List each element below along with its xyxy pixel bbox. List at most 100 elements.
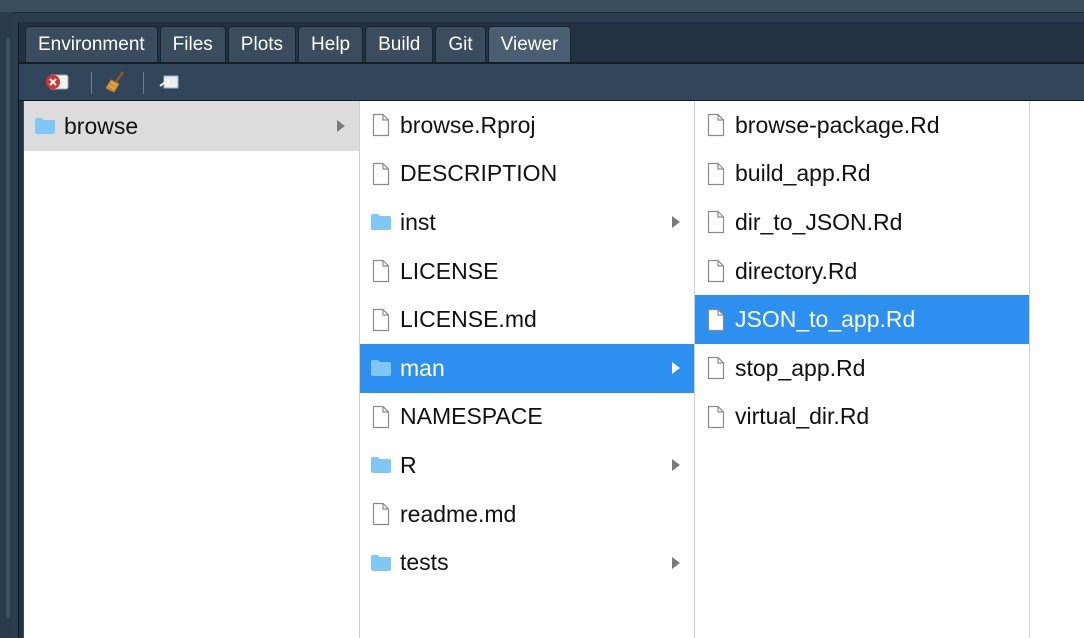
file-item[interactable]: browse.Rproj [360,101,694,150]
item-label: browse.Rproj [400,111,536,138]
file-icon [707,162,725,185]
item-label: LICENSE [400,257,499,284]
folder-icon [371,457,391,474]
item-label: LICENSE.md [400,306,537,333]
viewer-toolbar [19,64,1084,101]
browser-column-2: browse.Rproj DESCRIPTION inst LICENSE LICENS… [360,101,695,638]
tab-files[interactable]: Files [159,26,226,62]
file-icon [370,405,392,429]
item-label: browse [64,112,139,139]
file-icon [705,259,727,283]
file-icon [372,502,390,526]
file-icon [705,210,727,234]
file-item[interactable]: NAMESPACE [360,393,694,442]
file-icon [372,405,390,428]
item-label: browse-package.Rd [735,111,940,138]
file-icon [707,259,725,283]
file-item[interactable]: LICENSE [360,247,694,296]
expand-arrow-icon [672,556,680,569]
item-label: inst [400,208,436,235]
popout-window-icon [159,75,179,89]
item-label: build_app.Rd [735,160,871,187]
file-icon [707,405,725,428]
close-x-icon [46,74,69,90]
item-label: DESCRIPTION [400,160,558,187]
item-label: readme.md [400,500,517,527]
folder-icon [35,118,55,134]
folder-icon [34,114,56,138]
popout-button[interactable] [153,70,185,94]
folder-item[interactable]: R [360,441,694,490]
file-icon [372,162,390,185]
pane-splitter[interactable] [6,38,10,618]
file-item[interactable]: dir_to_JSON.Rd [695,198,1029,247]
item-label: R [400,451,417,478]
item-label: dir_to_JSON.Rd [735,208,903,235]
file-icon [372,259,390,283]
file-icon [707,357,725,380]
viewer-pane: Environment Files Plots Help Build Git Viewer [18,22,1084,638]
file-icon [370,113,392,137]
item-label: virtual_dir.Rd [735,403,870,430]
window-top-bar [0,0,1084,13]
tab-build[interactable]: Build [365,26,434,62]
folder-icon [370,356,392,380]
folder-icon [370,210,392,234]
expand-arrow-icon [672,362,680,375]
left-pane-gutter [0,12,12,638]
expand-arrow-icon [337,120,345,132]
file-item[interactable]: virtual_dir.Rd [695,393,1029,442]
file-icon [707,308,725,331]
folder-item[interactable]: tests [360,538,694,587]
folder-icon [370,551,392,575]
file-item[interactable]: DESCRIPTION [360,150,694,199]
file-icon [705,113,727,137]
tab-plots[interactable]: Plots [227,26,297,62]
file-icon [370,502,392,526]
file-item[interactable]: JSON_to_app.Rd [695,295,1029,344]
tab-viewer[interactable]: Viewer [487,26,572,62]
folder-icon [371,360,391,377]
item-label: directory.Rd [735,257,858,284]
expand-arrow-icon [672,216,680,229]
item-label: stop_app.Rd [735,354,866,381]
folder-item[interactable]: man [360,343,694,393]
file-icon [372,114,390,137]
column-file-browser: browse browse.Rproj DESCRIPTION inst LICENS… [23,101,1084,638]
file-icon [370,308,392,332]
toolbar-separator [91,72,92,94]
file-icon [705,356,727,380]
file-icon [370,259,392,283]
item-label: NAMESPACE [400,403,543,430]
file-icon [705,405,727,429]
folder-item[interactable]: browse [24,101,359,151]
folder-icon [371,214,391,231]
file-item[interactable]: browse-package.Rd [695,101,1029,150]
tab-help[interactable]: Help [298,26,364,62]
item-label: tests [400,549,449,576]
tab-environment[interactable]: Environment [25,26,158,62]
clear-all-button[interactable] [101,70,133,94]
file-icon [370,162,392,186]
remove-viewer-item-button[interactable] [41,70,73,94]
folder-icon [371,554,391,571]
file-item[interactable]: LICENSE.md [360,295,694,344]
item-label: man [400,354,445,381]
file-icon [707,211,725,234]
file-item[interactable]: build_app.Rd [695,150,1029,199]
expand-arrow-icon [672,459,680,472]
file-icon [705,162,727,186]
file-icon [372,308,390,331]
toolbar-separator [143,72,144,94]
file-item[interactable]: readme.md [360,490,694,539]
tab-git[interactable]: Git [435,26,486,62]
broom-icon [105,71,125,93]
browser-column-3: browse-package.Rd build_app.Rd dir_to_JSON… [695,101,1030,638]
browser-column-1: browse [24,101,360,638]
file-icon [705,308,727,332]
item-label: JSON_to_app.Rd [735,306,916,333]
file-item[interactable]: directory.Rd [695,247,1029,296]
folder-item[interactable]: inst [360,198,694,247]
file-item[interactable]: stop_app.Rd [695,344,1029,393]
pane-tabs: Environment Files Plots Help Build Git Viewer [25,26,573,62]
